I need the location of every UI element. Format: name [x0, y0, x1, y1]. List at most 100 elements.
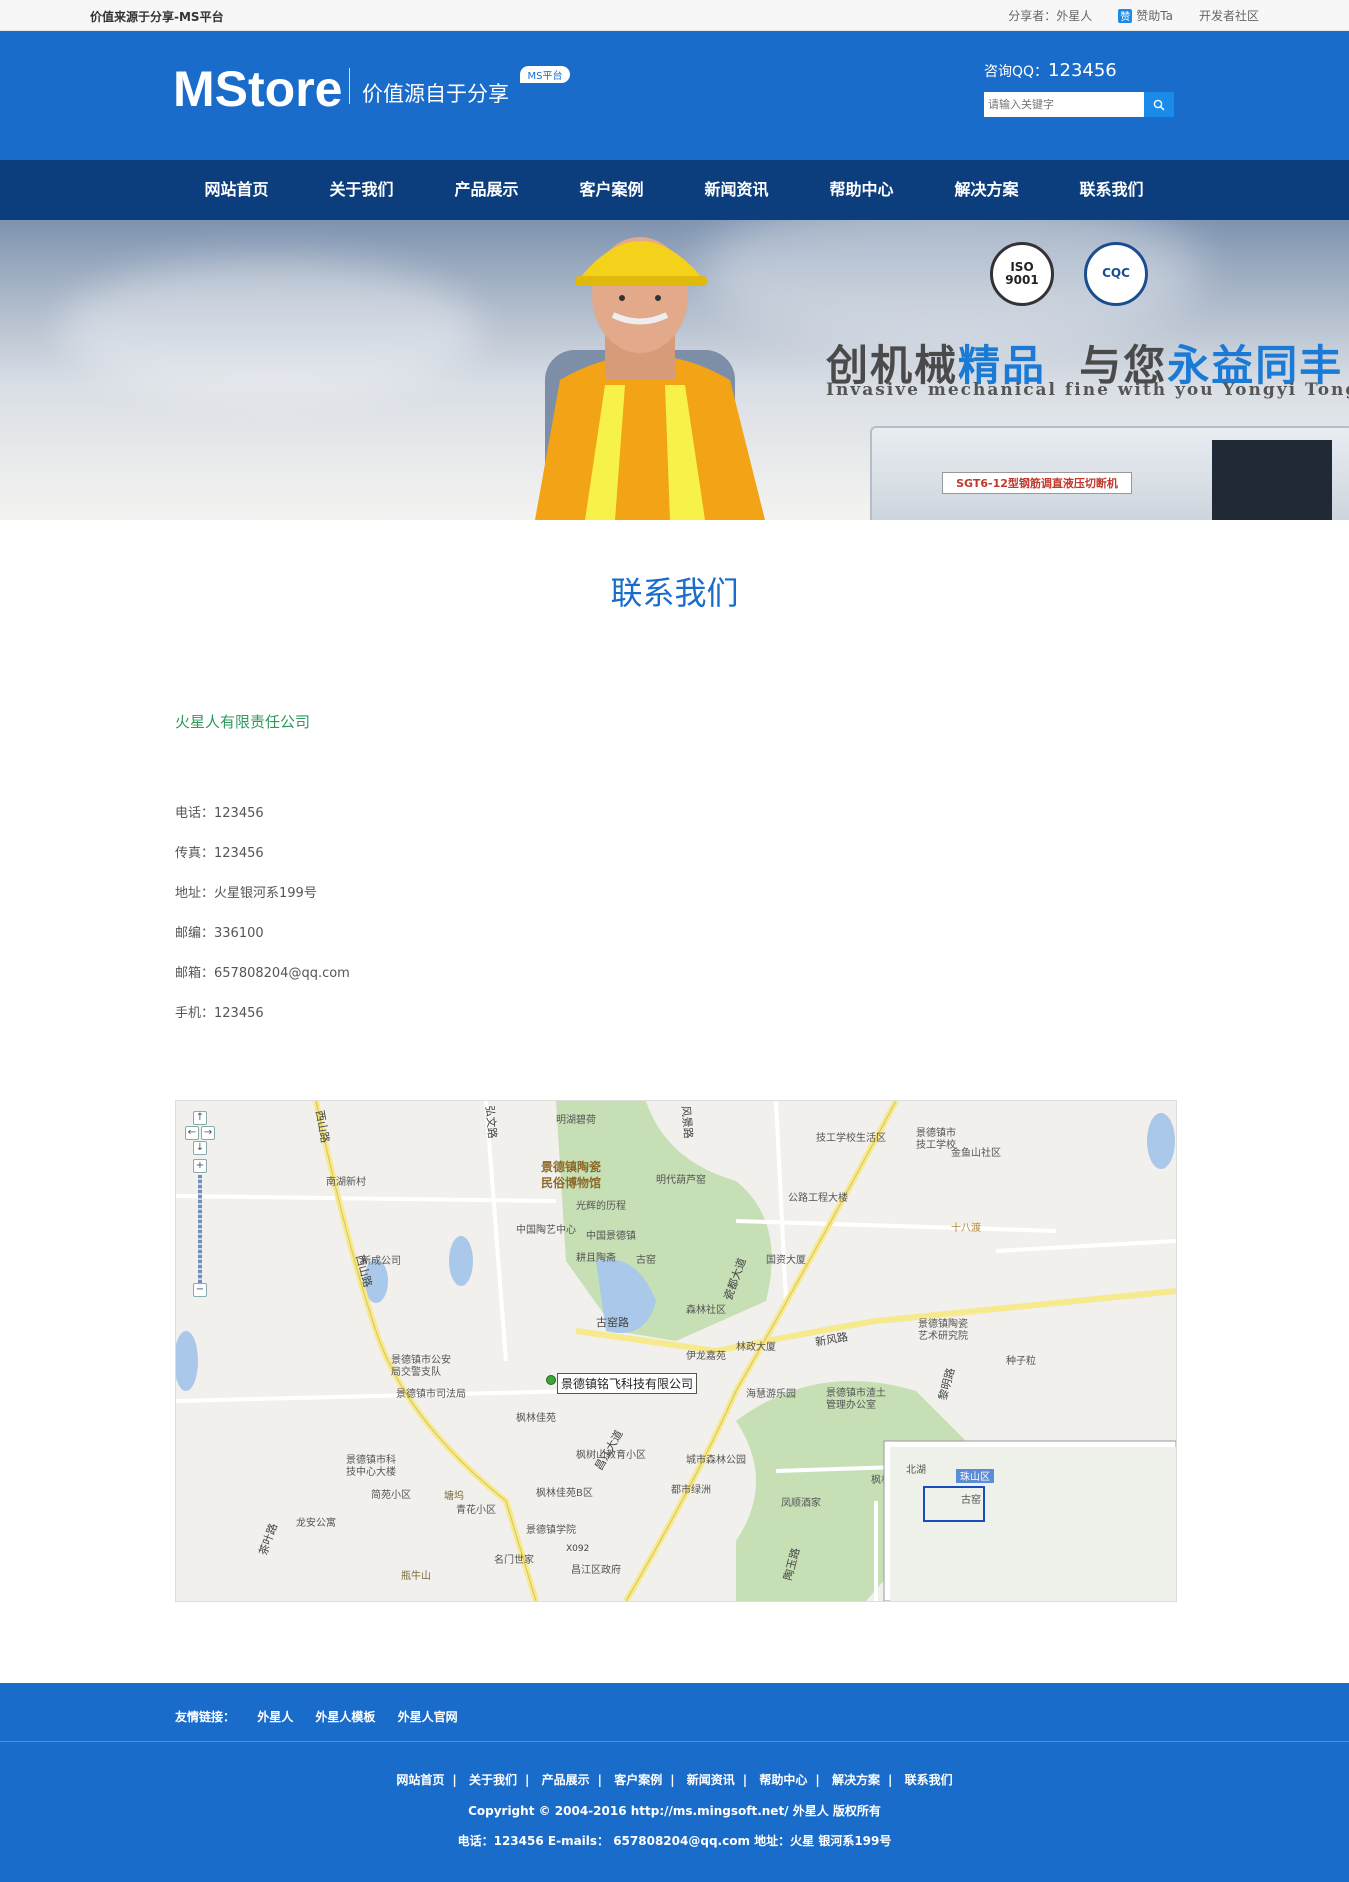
svg-text:景德镇陶瓷: 景德镇陶瓷 [918, 1317, 968, 1330]
svg-text:耕且陶斋: 耕且陶斋 [576, 1251, 616, 1264]
map-pan-left-button[interactable]: ← [185, 1126, 199, 1140]
svg-text:民俗博物馆: 民俗博物馆 [541, 1175, 601, 1190]
svg-text:城市森林公园: 城市森林公园 [686, 1453, 746, 1466]
nav-item-contact[interactable]: 联系我们 [1049, 160, 1174, 220]
worker-illustration [535, 237, 765, 520]
svg-text:景德镇市: 景德镇市 [916, 1126, 956, 1139]
map-pan-right-button[interactable]: → [201, 1126, 215, 1140]
svg-text:茶叶路: 茶叶路 [257, 1522, 281, 1557]
svg-text:景德镇市公安: 景德镇市公安 [391, 1353, 451, 1366]
svg-text:森林社区: 森林社区 [686, 1303, 726, 1316]
svg-text:光辉的历程: 光辉的历程 [576, 1199, 626, 1212]
svg-text:金鱼山社区: 金鱼山社区 [951, 1146, 1001, 1159]
map-label: 明湖碧荷 [556, 1114, 596, 1126]
contact-fax: 传真：123456 [175, 846, 264, 861]
nav-item-products[interactable]: 产品展示 [424, 160, 549, 220]
contact-phone: 电话：123456 [175, 806, 264, 821]
svg-text:枫林佳苑: 枫林佳苑 [516, 1411, 556, 1424]
footer-nav: 网站首页 | 关于我们 | 产品展示 | 客户案例 | 新闻资讯 | 帮助中心 | 解决方案… [396, 1773, 953, 1787]
svg-text:中国陶艺中心: 中国陶艺中心 [516, 1223, 576, 1236]
slogan: 价值源自于分享 [362, 82, 509, 106]
svg-text:龙安公寓: 龙安公寓 [296, 1516, 336, 1529]
footer-nav-contact[interactable]: 联系我们 [905, 1773, 953, 1787]
nav-item-help[interactable]: 帮助中心 [799, 160, 924, 220]
search-button[interactable] [1144, 92, 1174, 117]
svg-text:技工学校: 技工学校 [916, 1138, 956, 1151]
nav-item-news[interactable]: 新闻资讯 [674, 160, 799, 220]
svg-text:局交警支队: 局交警支队 [391, 1365, 441, 1378]
friend-link[interactable]: 外星人模板 [315, 1710, 375, 1724]
svg-text:景德镇陶瓷: 景德镇陶瓷 [541, 1159, 601, 1174]
svg-text:技工学校生活区: 技工学校生活区 [816, 1131, 886, 1144]
svg-text:景德镇市司法局: 景德镇市司法局 [396, 1387, 466, 1400]
cqc-cert-badge: CQC [1084, 242, 1148, 306]
svg-text:国资大厦: 国资大厦 [766, 1253, 806, 1266]
svg-text:伊龙嘉苑: 伊龙嘉苑 [686, 1349, 726, 1362]
svg-text:中国景德镇: 中国景德镇 [586, 1229, 636, 1242]
footer-nav-solutions[interactable]: 解决方案 [832, 1773, 880, 1787]
svg-text:海慧游乐园: 海慧游乐园 [746, 1387, 796, 1400]
svg-text:管理办公室: 管理办公室 [826, 1398, 876, 1411]
map-pan-down-button[interactable]: ↓ [193, 1141, 207, 1155]
footer-nav-products[interactable]: 产品展示 [542, 1773, 590, 1787]
friend-link[interactable]: 外星人 [257, 1710, 293, 1724]
svg-text:种子粒: 种子粒 [1006, 1354, 1036, 1367]
svg-text:珠山区: 珠山区 [960, 1470, 990, 1483]
nav-item-cases[interactable]: 客户案例 [549, 160, 674, 220]
banner: ISO 9001 CQC 创机械精品 与您永益同丰 Invasive mecha… [0, 220, 1349, 520]
svg-text:都市绿洲: 都市绿洲 [671, 1483, 711, 1496]
svg-text:公路工程大楼: 公路工程大楼 [788, 1191, 848, 1204]
map-zoom-slider[interactable] [198, 1175, 202, 1283]
community-link[interactable]: 开发者社区 [1199, 7, 1259, 24]
logo-divider [349, 68, 350, 104]
ms-badge: MS平台 [520, 66, 570, 83]
svg-text:北湖: 北湖 [906, 1464, 926, 1476]
qq-label: 咨询QQ： [984, 64, 1049, 80]
svg-text:南湖新村: 南湖新村 [326, 1175, 366, 1188]
svg-text:古窑: 古窑 [961, 1493, 981, 1506]
svg-text:明代葫芦窑: 明代葫芦窑 [656, 1173, 706, 1186]
qq-value: 123456 [1048, 60, 1117, 81]
footer-contact-line: 电话：123456 E-mails： 657808204@qq.com 地址：火… [457, 1834, 892, 1848]
svg-text:名门世家: 名门世家 [494, 1553, 534, 1566]
footer-nav-about[interactable]: 关于我们 [469, 1773, 517, 1787]
map-zoom-out-button[interactable]: − [193, 1283, 207, 1297]
map-pan-up-button[interactable]: ↑ [193, 1111, 207, 1125]
footer-nav-news[interactable]: 新闻资讯 [687, 1773, 735, 1787]
nav-item-solutions[interactable]: 解决方案 [924, 160, 1049, 220]
sponsor-link[interactable]: 赞赞助Ta [1118, 7, 1173, 24]
machine-plate: SGT6-12型钢筋调直液压切断机 [942, 472, 1132, 494]
page-title: 联系我们 [610, 574, 739, 612]
footer-divider [0, 1741, 1349, 1742]
main-nav: 网站首页 关于我们 产品展示 客户案例 新闻资讯 帮助中心 解决方案 联系我们 [0, 160, 1349, 220]
nav-item-about[interactable]: 关于我们 [299, 160, 424, 220]
copyright: Copyright © 2004-2016 http://ms.mingsoft… [468, 1804, 881, 1818]
company-name: 火星人有限责任公司 [175, 713, 311, 731]
share-link[interactable]: 分享者：外星人 [1008, 7, 1092, 24]
footer-nav-home[interactable]: 网站首页 [396, 1773, 444, 1787]
sponsor-icon: 赞 [1118, 8, 1133, 23]
contact-email: 邮箱：657808204@qq.com [175, 966, 350, 981]
nav-item-home[interactable]: 网站首页 [174, 160, 299, 220]
machine-illustration: SGT6-12型钢筋调直液压切断机 [870, 426, 1349, 520]
svg-text:昌江区政府: 昌江区政府 [571, 1563, 621, 1576]
map-canvas[interactable]: 明湖碧荷 景德镇陶瓷 民俗博物馆 光辉的历程 明代葫芦窑 中国陶艺中心 中国景德… [176, 1101, 1176, 1601]
svg-text:古窑: 古窑 [636, 1253, 656, 1266]
svg-text:林政大厦: 林政大厦 [736, 1340, 776, 1353]
svg-text:枫林佳苑B区: 枫林佳苑B区 [536, 1486, 593, 1499]
footer-nav-cases[interactable]: 客户案例 [614, 1773, 662, 1787]
svg-text:X092: X092 [566, 1544, 589, 1554]
map-zoom-in-button[interactable]: + [193, 1159, 207, 1173]
contact-mobile: 手机：123456 [175, 1006, 264, 1021]
contact-zip: 邮编：336100 [175, 926, 264, 941]
map-marker-pin-icon[interactable] [546, 1375, 556, 1385]
svg-text:黎明路: 黎明路 [935, 1366, 957, 1401]
svg-text:瓶牛山: 瓶牛山 [401, 1569, 431, 1582]
svg-text:景德镇学院: 景德镇学院 [526, 1523, 576, 1536]
footer-nav-help[interactable]: 帮助中心 [759, 1773, 807, 1787]
friend-link[interactable]: 外星人官网 [398, 1710, 458, 1724]
logo[interactable]: MStore [173, 60, 342, 118]
svg-text:弘文路: 弘文路 [483, 1105, 500, 1139]
search-icon [1153, 99, 1165, 111]
map[interactable]: 明湖碧荷 景德镇陶瓷 民俗博物馆 光辉的历程 明代葫芦窑 中国陶艺中心 中国景德… [175, 1100, 1177, 1602]
